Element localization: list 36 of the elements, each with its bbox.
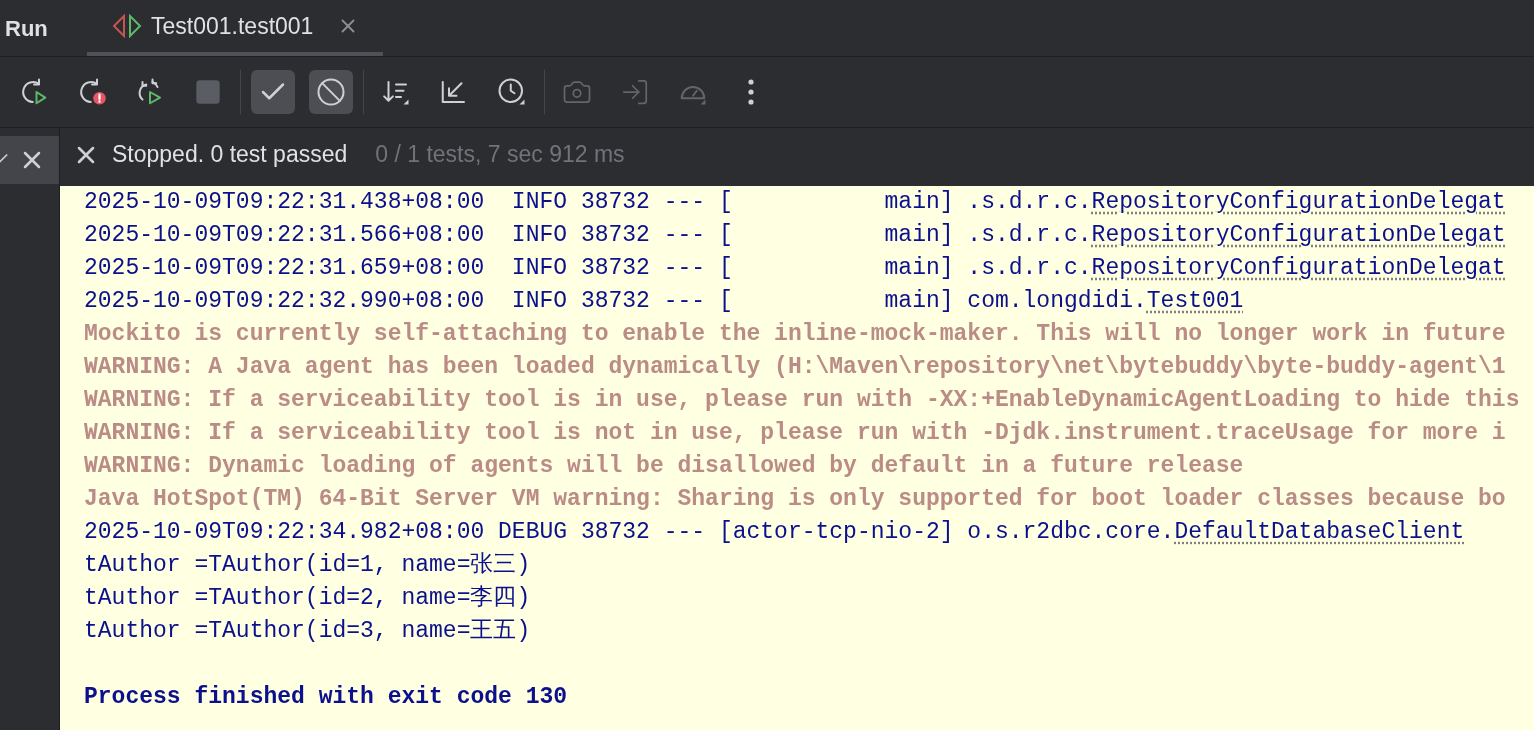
console-line: WARNING: If a serviceability tool is not in use, please run with -Djdk.instrument.traceUsage for more i: [84, 419, 1506, 448]
rerun-icon: [19, 77, 49, 107]
more-icon: [748, 79, 754, 105]
rerun-failed-icon: [77, 77, 107, 107]
console-line: 2025-10-09T09:22:31.438+08:00 INFO 38732 --- [ main] .s.d.r.c.RepositoryConfigurationDelegat: [84, 188, 1506, 217]
class-link[interactable]: RepositoryConfigurationDelegat: [1091, 222, 1506, 248]
run-tab[interactable]: Test001.test001: [87, 0, 384, 56]
status-summary: 0 / 1 tests, 7 sec 912 ms: [375, 140, 625, 170]
panel-title: Run: [4, 14, 49, 43]
class-link[interactable]: Test001: [1146, 288, 1244, 314]
console-line: 2025-10-09T09:22:31.659+08:00 INFO 38732 --- [ main] .s.d.r.c.RepositoryConfigurationDelegat: [84, 254, 1506, 283]
console-line: Java HotSpot(TM) 64-Bit Server VM warning: Sharing is only supported for boot loader classes because bo: [84, 485, 1506, 514]
class-link[interactable]: RepositoryConfigurationDelegat: [1091, 189, 1506, 215]
console-line: Process finished with exit code 130: [84, 683, 568, 712]
ban-icon: [316, 77, 346, 107]
class-link[interactable]: DefaultDatabaseClient: [1174, 519, 1465, 545]
import-icon: [620, 77, 650, 107]
clock-icon: [497, 77, 527, 107]
tab-label: Test001.test001: [151, 11, 314, 41]
toolbar-button[interactable]: [251, 70, 295, 114]
class-link[interactable]: RepositoryConfigurationDelegat: [1091, 255, 1506, 281]
stop-icon: [194, 78, 222, 106]
test-status-icon: [111, 14, 143, 38]
console-line: 2025-10-09T09:22:32.990+08:00 INFO 38732 --- [ main] com.longdidi.Test001: [84, 287, 1244, 316]
console-line: WARNING: If a serviceability tool is in use, please run with -XX:+EnableDynamicAgentLoading to hide this: [84, 386, 1520, 415]
status-message: Stopped. 0 test passed: [112, 140, 348, 170]
console-line: tAuthor =TAuthor(id=3, name=王五): [84, 617, 531, 646]
console-line: WARNING: A Java agent has been loaded dynamically (H:\Maven\repository\net\bytebuddy\byte-buddy-agent\1: [84, 353, 1506, 382]
tree-row[interactable]: [0, 136, 59, 184]
console-line: 2025-10-09T09:22:34.982+08:00 DEBUG 38732 --- [actor-tcp-nio-2] o.s.r2dbc.core.DefaultDatabaseClient: [84, 518, 1465, 547]
console-line: tAuthor =TAuthor(id=2, name=李四): [84, 584, 531, 613]
console-line: Mockito is currently self-attaching to enable the inline-mock-maker. This will no longer work in future: [84, 320, 1506, 349]
console-line: tAuthor =TAuthor(id=1, name=张三): [84, 551, 531, 580]
console-line: 2025-10-09T09:22:31.566+08:00 INFO 38732 --- [ main] .s.d.r.c.RepositoryConfigurationDelegat: [84, 221, 1506, 250]
toolbar-button[interactable]: [309, 70, 353, 114]
console-line: WARNING: Dynamic loading of agents will be disallowed by default in a future release: [84, 452, 1244, 481]
